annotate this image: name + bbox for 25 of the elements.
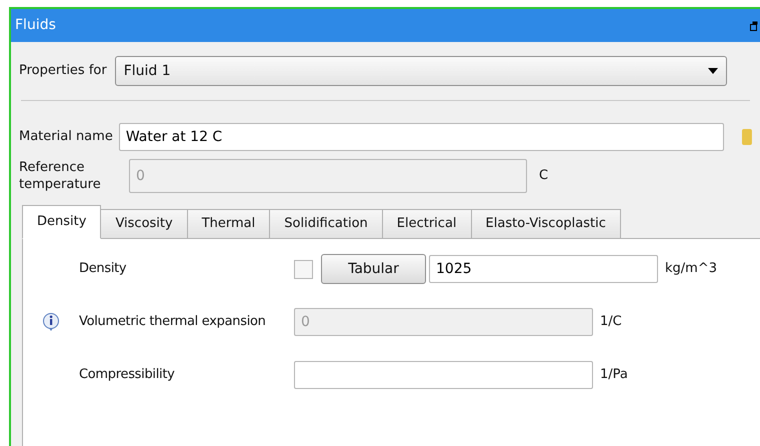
field-label: Volumetric thermal expansion xyxy=(79,313,267,332)
field-label: Compressibility xyxy=(79,366,176,384)
tabular-button[interactable]: Tabular xyxy=(321,254,426,284)
caret-icon xyxy=(708,68,718,74)
unit-label: kg/m^3 xyxy=(665,260,717,278)
input-field[interactable] xyxy=(294,361,593,389)
input-field[interactable]: Water at 12 C xyxy=(118,123,724,151)
field-label: Density xyxy=(79,260,128,278)
restore-icon[interactable] xyxy=(750,20,758,30)
tab[interactable]: Elasto-Viscoplastic xyxy=(470,209,621,239)
tab[interactable]: Density xyxy=(22,205,102,239)
tab[interactable]: Solidification xyxy=(269,209,383,239)
unit-label: C xyxy=(539,167,548,186)
unit-label: 1/C xyxy=(600,313,622,332)
window-title: Fluids xyxy=(15,16,56,35)
field-label: Material name xyxy=(19,128,113,146)
field-label: Properties for xyxy=(19,62,107,80)
tab[interactable]: Thermal xyxy=(186,209,270,239)
fluid-dropdown[interactable]: Fluid 1 xyxy=(114,56,727,86)
input-field[interactable]: 1025 xyxy=(429,255,658,283)
tab[interactable]: Electrical xyxy=(382,209,472,239)
tab[interactable]: Viscosity xyxy=(100,209,188,239)
checkbox[interactable] xyxy=(294,260,313,278)
unit-label: 1/Pa xyxy=(600,366,628,384)
field-label: Reference temperature xyxy=(19,159,102,193)
